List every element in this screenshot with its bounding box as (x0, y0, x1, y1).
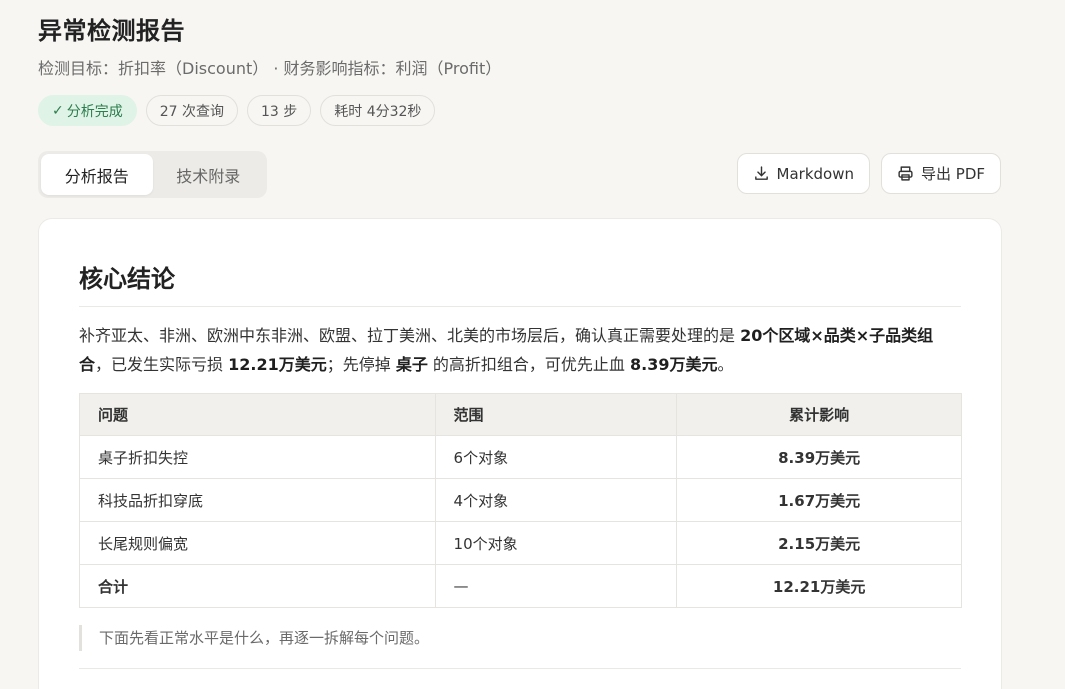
export-pdf-button[interactable]: 导出 PDF (881, 153, 1001, 194)
table-row: 桌子折扣失控 6个对象 8.39万美元 (79, 435, 962, 479)
markdown-button-label: Markdown (776, 164, 854, 183)
status-badges: ✓ 分析完成 27 次查询 13 步 耗时 4分32秒 (38, 95, 436, 126)
summary-text: 。 (717, 355, 734, 374)
export-actions: Markdown 导出 PDF (736, 153, 1001, 194)
printer-icon (898, 166, 913, 181)
table-header-row: 问题 范围 累计影响 (79, 393, 962, 436)
tab-analysis-report[interactable]: 分析报告 (41, 154, 153, 195)
summary-highlight: 8.39万美元 (630, 355, 718, 374)
scope-cell: 4个对象 (434, 478, 678, 522)
report-page: 异常检测报告 检测目标：折扣率（Discount） · 财务影响指标：利润（Pr… (0, 0, 1065, 689)
issue-table: 问题 范围 累计影响 桌子折扣失控 6个对象 8.39万美元 科技品折扣穿底 4… (79, 393, 962, 608)
issue-cell: 桌子折扣失控 (79, 435, 436, 479)
status-badge: ✓ 分析完成 (38, 95, 137, 126)
scope-cell: 6个对象 (434, 435, 678, 479)
markdown-download-button[interactable]: Markdown (736, 153, 870, 194)
summary-text: ，已发生实际亏损 (95, 355, 229, 374)
impact-cell: 2.15万美元 (676, 521, 962, 565)
summary-text: ；先停掉 (326, 355, 396, 374)
divider (79, 668, 961, 669)
impact-cell: 1.67万美元 (676, 478, 962, 522)
total-impact-cell: 12.21万美元 (676, 564, 962, 608)
total-scope-cell: — (434, 564, 678, 608)
scope-cell: 10个对象 (434, 521, 678, 565)
table-total-row: 合计 — 12.21万美元 (79, 564, 962, 608)
section-title: 核心结论 (79, 259, 961, 307)
note-blockquote: 下面先看正常水平是什么，再逐一拆解每个问题。 (79, 625, 961, 651)
tab-technical-appendix[interactable]: 技术附录 (153, 154, 265, 195)
table-header-impact: 累计影响 (676, 393, 962, 436)
table-header-scope: 范围 (434, 393, 678, 436)
summary-highlight: 12.21万美元 (228, 355, 327, 374)
summary-text: 补齐亚太、非洲、欧洲中东非洲、欧盟、拉丁美洲、北美的市场层后，确认真正需要处理的… (79, 326, 741, 345)
step-count-badge: 13 步 (247, 95, 312, 126)
page-title: 异常检测报告 (38, 17, 185, 45)
summary-highlight: 桌子 (395, 355, 428, 374)
summary-text: 的高折扣组合，可优先止血 (427, 355, 631, 374)
status-badge-label: 分析完成 (66, 103, 123, 120)
query-count-badge: 27 次查询 (145, 95, 238, 126)
download-icon (754, 166, 768, 180)
impact-cell: 8.39万美元 (676, 435, 962, 479)
report-tabs: 分析报告 技术附录 (38, 151, 267, 198)
page-subtitle: 检测目标：折扣率（Discount） · 财务影响指标：利润（Profit） (38, 59, 502, 78)
issue-cell: 科技品折扣穿底 (79, 478, 436, 522)
report-card: 核心结论 补齐亚太、非洲、欧洲中东非洲、欧盟、拉丁美洲、北美的市场层后，确认真正… (38, 218, 1002, 689)
summary-paragraph: 补齐亚太、非洲、欧洲中东非洲、欧盟、拉丁美洲、北美的市场层后，确认真正需要处理的… (79, 321, 961, 379)
check-icon: ✓ (52, 102, 64, 119)
table-row: 科技品折扣穿底 4个对象 1.67万美元 (79, 478, 962, 522)
table-header-issue: 问题 (79, 393, 436, 436)
duration-badge: 耗时 4分32秒 (320, 95, 436, 126)
issue-cell: 长尾规则偏宽 (79, 521, 436, 565)
export-pdf-label: 导出 PDF (921, 165, 985, 183)
table-row: 长尾规则偏宽 10个对象 2.15万美元 (79, 521, 962, 565)
total-label-cell: 合计 (79, 564, 436, 608)
